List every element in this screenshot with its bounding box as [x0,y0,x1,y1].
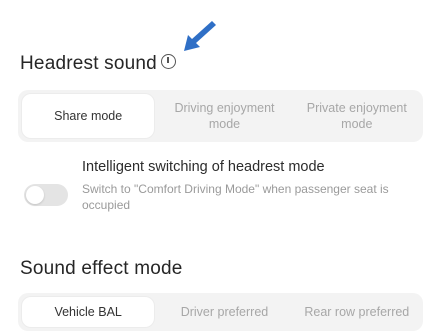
private-enjoyment-mode-option[interactable]: Private enjoyment mode [291,90,423,142]
sound-effect-mode-title: Sound effect mode [20,258,183,279]
driver-preferred-option[interactable]: Driver preferred [158,293,290,331]
vehicle-bal-option[interactable]: Vehicle BAL [22,297,155,327]
sound-effect-mode-selector: Vehicle BAL Driver preferred Rear row pr… [18,293,423,331]
pointer-arrow-icon [184,21,216,51]
rear-row-preferred-option[interactable]: Rear row preferred [291,293,423,331]
headrest-sound-title-text: Headrest sound [20,53,157,74]
driving-enjoyment-mode-option[interactable]: Driving enjoyment mode [158,90,290,142]
toggle-knob [26,186,44,204]
intelligent-switching-toggle[interactable] [24,184,68,206]
headrest-mode-selector: Share mode Driving enjoyment mode Privat… [18,90,423,142]
headrest-sound-title: Headrest sound [20,53,176,75]
share-mode-option[interactable]: Share mode [22,94,155,138]
intelligent-switching-title: Intelligent switching of headrest mode [82,159,325,175]
info-icon[interactable] [160,54,176,70]
intelligent-switching-description: Switch to "Comfort Driving Mode" when pa… [82,182,389,212]
